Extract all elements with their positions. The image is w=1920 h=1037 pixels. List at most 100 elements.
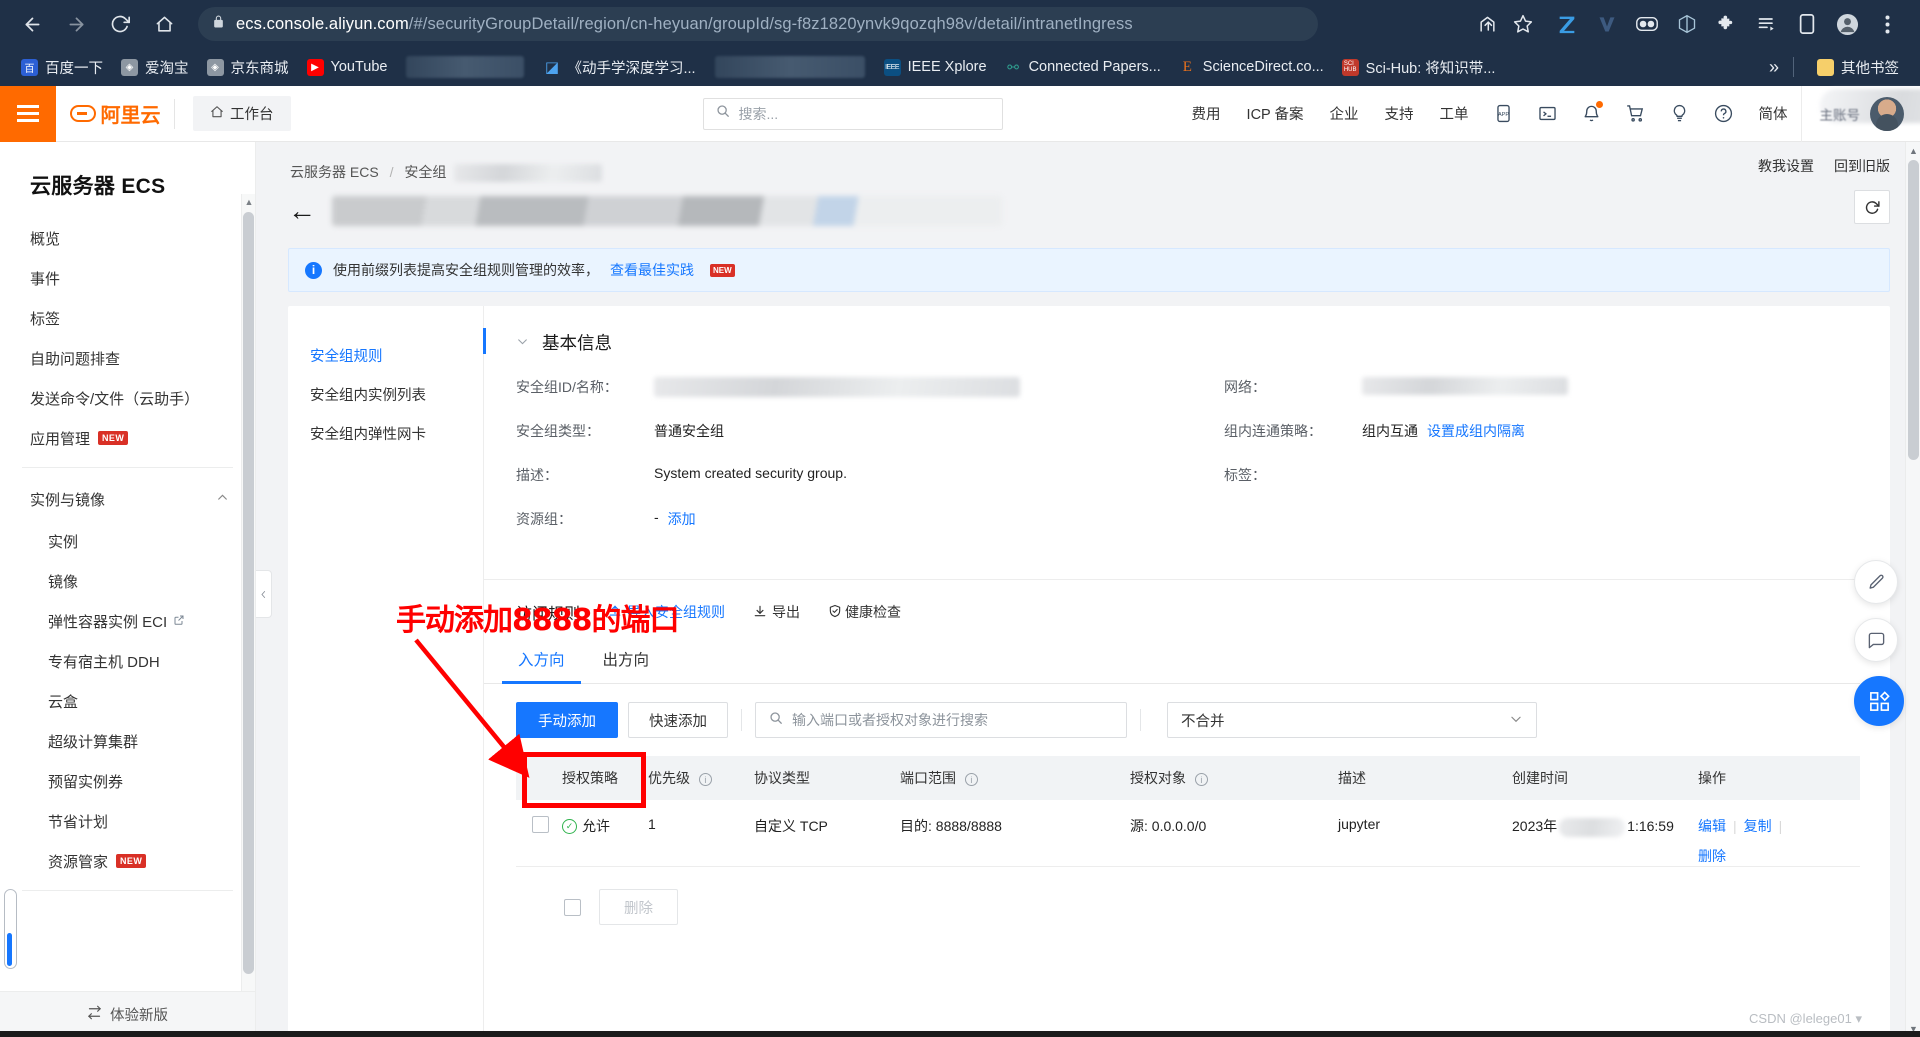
url-omnibox[interactable]: ecs.console.aliyun.com/#/securityGroupDe… xyxy=(198,7,1318,41)
bookmark-overflow-button[interactable]: » xyxy=(1769,57,1779,78)
set-intra-group-isolation-link[interactable]: 设置成组内隔离 xyxy=(1427,421,1525,441)
home-icon[interactable] xyxy=(144,4,184,44)
alert-link-best-practice[interactable]: 查看最佳实践 xyxy=(610,260,694,280)
bookmark-item[interactable]: ◈ 爱淘宝 xyxy=(112,54,198,81)
back-to-old-version-link[interactable]: 回到旧版 xyxy=(1834,156,1890,176)
other-bookmarks-folder[interactable]: 其他书签 xyxy=(1808,54,1908,81)
select-all-checkbox[interactable] xyxy=(564,898,581,916)
anchor-instances-in-group[interactable]: 安全组内实例列表 xyxy=(310,375,483,414)
main-scrollbar-thumb[interactable] xyxy=(1908,160,1919,460)
cart-icon[interactable] xyxy=(1614,86,1658,142)
share-icon[interactable] xyxy=(1470,7,1504,41)
hamburger-icon[interactable] xyxy=(0,85,56,142)
anchor-enis-in-group[interactable]: 安全组内弹性网卡 xyxy=(310,414,483,453)
export-button[interactable]: 导出 xyxy=(753,602,800,622)
breadcrumb-root[interactable]: 云服务器 ECS xyxy=(290,164,379,180)
bookmark-item[interactable]: ◪ 《动手学深度学习... xyxy=(534,54,704,81)
sidebar-scrollbar[interactable]: ▲ ▼ xyxy=(241,194,255,1037)
sidebar-item-resource-manager[interactable]: 资源管家 NEW xyxy=(0,841,255,881)
anchor-security-group-rules[interactable]: 安全组规则 xyxy=(310,336,483,375)
header-link-ticket[interactable]: 工单 xyxy=(1427,86,1482,142)
bookmark-star-icon[interactable] xyxy=(1506,7,1540,41)
back-arrow-icon[interactable]: ← xyxy=(288,197,316,225)
sidebar-item-reserved-instance[interactable]: 预留实例券 xyxy=(0,761,255,801)
bookmark-item[interactable]: IEEE IEEE Xplore xyxy=(875,56,996,79)
edit-pencil-icon[interactable] xyxy=(1854,560,1898,604)
tips-icon[interactable] xyxy=(1658,86,1702,142)
feedback-chat-icon[interactable] xyxy=(1854,618,1898,662)
account-menu[interactable]: 主账号 xyxy=(1800,85,1920,142)
extension-v-icon[interactable] xyxy=(1590,7,1624,41)
breadcrumb-current[interactable]: 安全组 xyxy=(404,164,446,180)
health-check-button[interactable]: 健康检查 xyxy=(828,602,901,622)
language-switch[interactable]: 简体 xyxy=(1746,86,1801,142)
sidebar-item-savings-plan[interactable]: 节省计划 xyxy=(0,801,255,841)
bookmark-item[interactable]: SCI HUB Sci-Hub: 将知识带... xyxy=(1333,54,1505,81)
bookmark-item[interactable]: ▶ YouTube xyxy=(298,56,397,79)
header-link-icp[interactable]: ICP 备案 xyxy=(1234,86,1317,142)
main-scrollbar[interactable]: ▲ ▼ xyxy=(1905,142,1920,1037)
sidebar-group-network-security[interactable]: 网络与安全 xyxy=(0,900,255,910)
reload-icon[interactable] xyxy=(100,4,140,44)
add-resource-group-link[interactable]: 添加 xyxy=(668,509,696,529)
console-terminal-icon[interactable] xyxy=(1526,86,1570,142)
extension-glasses-icon[interactable] xyxy=(1630,7,1664,41)
sidebar-item-send-command[interactable]: 发送命令/文件（云助手） xyxy=(0,378,255,418)
sidebar-item-events[interactable]: 事件 xyxy=(0,258,255,298)
merge-mode-select[interactable]: 不合并 xyxy=(1167,702,1537,739)
forward-arrow-icon[interactable] xyxy=(56,4,96,44)
sidebar-collapse-handle[interactable] xyxy=(256,570,272,618)
apps-grid-icon[interactable] xyxy=(1854,676,1904,726)
bookmark-item-redacted[interactable] xyxy=(406,56,525,78)
profile-avatar-icon[interactable] xyxy=(1830,7,1864,41)
extensions-puzzle-icon[interactable] xyxy=(1710,7,1744,41)
chrome-menu-icon[interactable] xyxy=(1870,7,1904,41)
info-hint-icon[interactable]: i xyxy=(964,773,978,787)
bookmark-item-redacted[interactable] xyxy=(714,56,865,78)
sidebar-group-instances-images[interactable]: 实例与镜像 xyxy=(0,477,255,521)
sidebar-item-app-management[interactable]: 应用管理 NEW xyxy=(0,418,255,458)
info-hint-icon[interactable]: i xyxy=(1194,773,1208,787)
aliyun-logo[interactable]: 阿里云 xyxy=(56,99,174,128)
inner-scroll-indicator[interactable] xyxy=(4,889,17,969)
sidebar-item-cloudbox[interactable]: 云盒 xyxy=(0,681,255,721)
row-checkbox[interactable] xyxy=(532,816,549,834)
bookmark-item[interactable]: ⚯ Connected Papers... xyxy=(996,56,1170,79)
scroll-up-arrow-icon[interactable]: ▲ xyxy=(1906,142,1920,159)
sidebar-scrollbar-thumb[interactable] xyxy=(243,212,254,974)
back-arrow-icon[interactable] xyxy=(12,4,52,44)
sidebar-item-ddh[interactable]: 专有宿主机 DDH xyxy=(0,641,255,681)
workbench-button[interactable]: 工作台 xyxy=(193,96,291,131)
sidebar-item-instances[interactable]: 实例 xyxy=(0,521,255,561)
scroll-up-arrow-icon[interactable]: ▲ xyxy=(242,194,256,210)
notification-icon[interactable] xyxy=(1570,86,1614,142)
reading-list-icon[interactable] xyxy=(1750,7,1784,41)
basic-info-section-header[interactable]: 基本信息 xyxy=(483,328,1890,355)
sidebar-item-images[interactable]: 镜像 xyxy=(0,561,255,601)
bookmark-item[interactable]: E ScienceDirect.co... xyxy=(1170,56,1333,79)
sidebar-item-tags[interactable]: 标签 xyxy=(0,298,255,338)
extension-zotero-icon[interactable] xyxy=(1550,7,1584,41)
rules-search-input[interactable]: 输入端口或者授权对象进行搜索 xyxy=(755,702,1127,739)
header-link-enterprise[interactable]: 企业 xyxy=(1317,86,1372,142)
sidebar-item-scc[interactable]: 超级计算集群 xyxy=(0,721,255,761)
teach-me-settings-link[interactable]: 教我设置 xyxy=(1758,156,1814,176)
app-icon[interactable]: APP xyxy=(1482,86,1526,142)
help-icon[interactable] xyxy=(1702,86,1746,142)
header-search-input[interactable]: 搜索... xyxy=(702,97,1003,130)
device-icon[interactable] xyxy=(1790,7,1824,41)
refresh-icon[interactable] xyxy=(1854,190,1890,225)
header-link-fee[interactable]: 费用 xyxy=(1179,86,1234,142)
copy-link[interactable]: 复制 xyxy=(1744,818,1772,834)
sidebar-item-overview[interactable]: 概览 xyxy=(0,218,255,258)
sidebar-item-self-diagnosis[interactable]: 自助问题排查 xyxy=(0,338,255,378)
bookmark-item[interactable]: 百 百度一下 xyxy=(12,54,112,81)
bookmark-item[interactable]: ◈ 京东商城 xyxy=(198,54,298,81)
edit-link[interactable]: 编辑 xyxy=(1698,818,1726,834)
sidebar-item-eci[interactable]: 弹性容器实例 ECI xyxy=(0,601,255,641)
info-hint-icon[interactable]: i xyxy=(698,773,712,787)
delete-link[interactable]: 删除 xyxy=(1698,848,1726,864)
extension-hex-icon[interactable] xyxy=(1670,7,1704,41)
header-link-support[interactable]: 支持 xyxy=(1372,86,1427,142)
batch-delete-button[interactable]: 删除 xyxy=(599,889,678,926)
